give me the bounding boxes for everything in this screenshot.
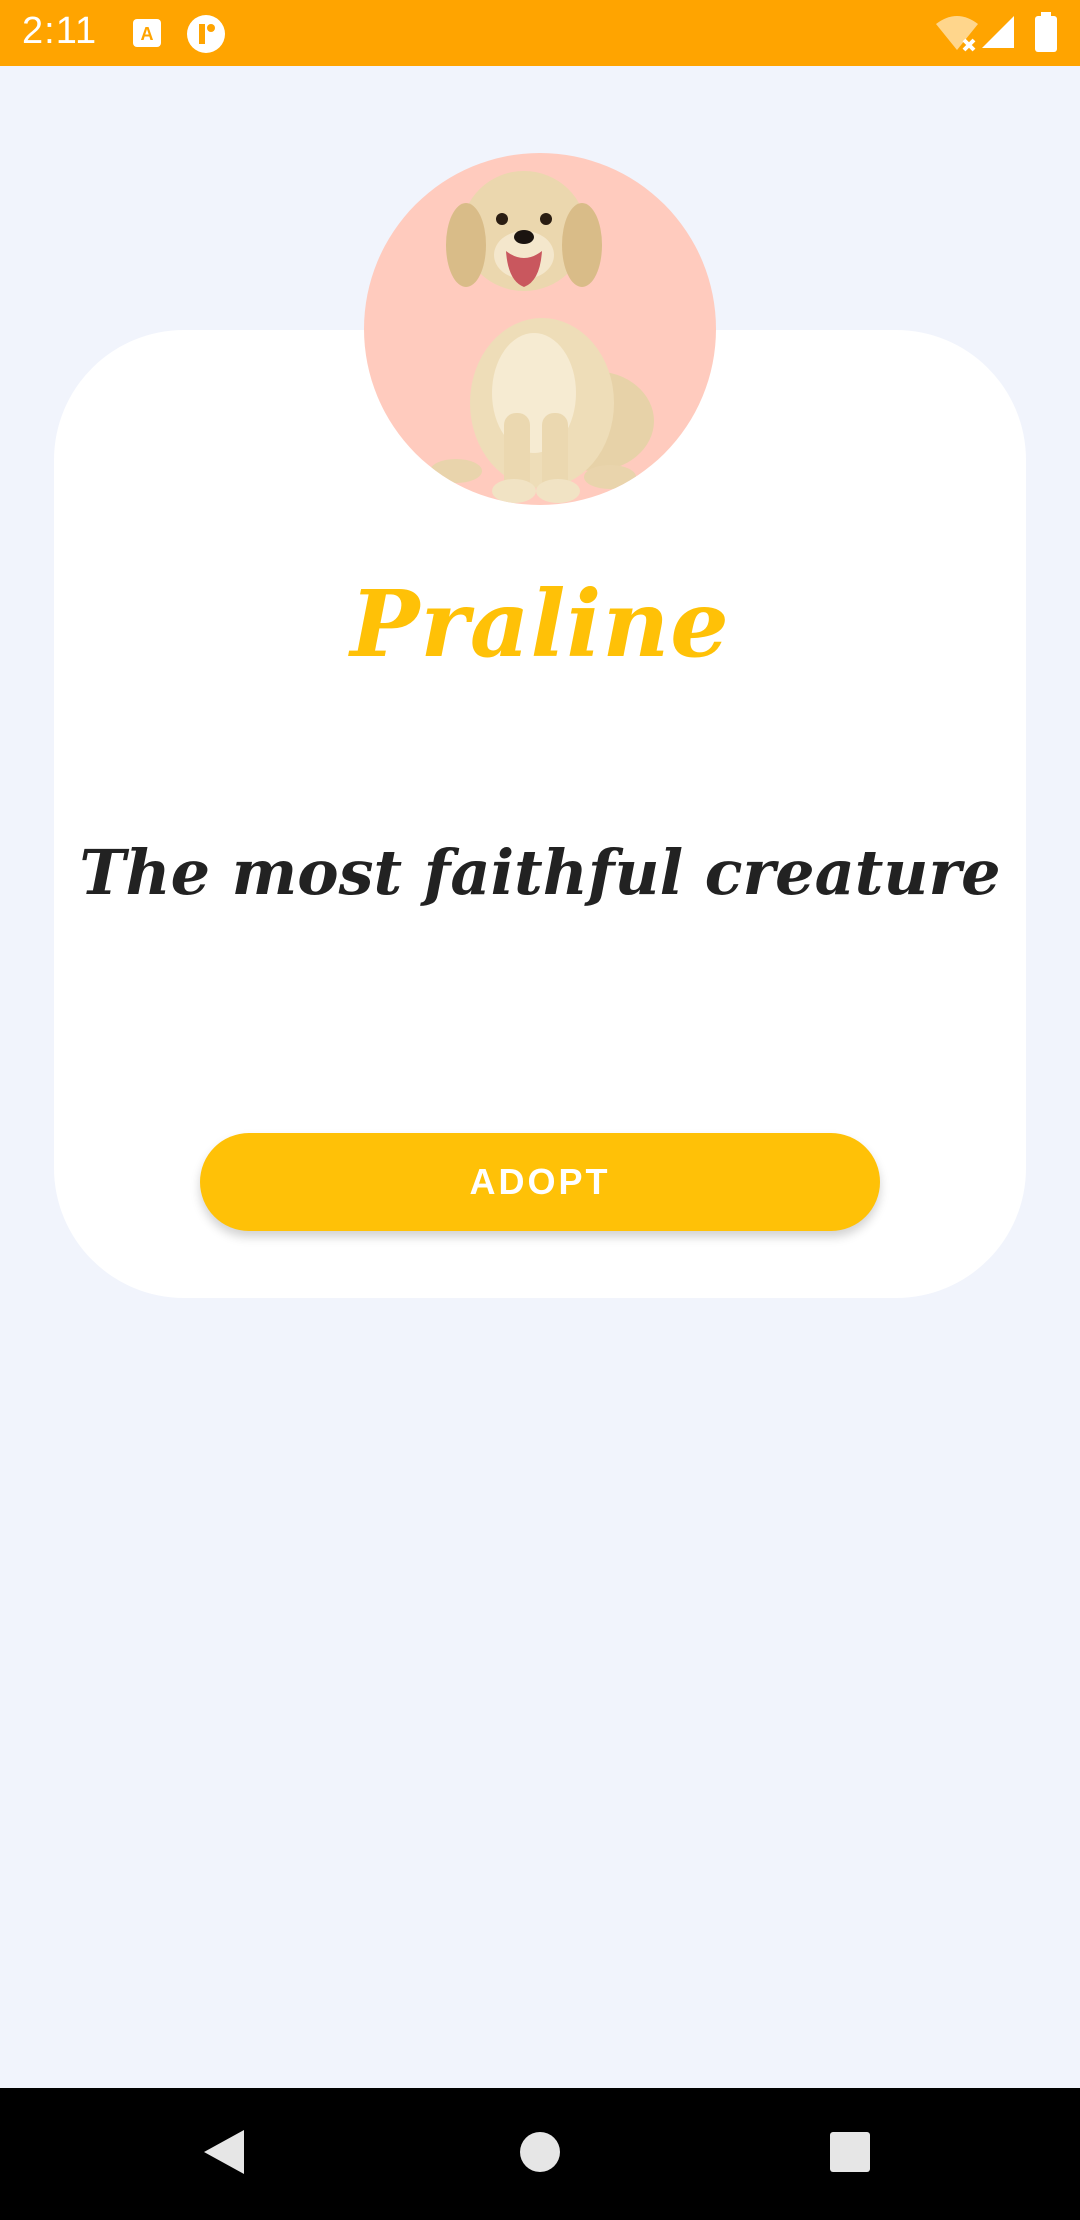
adopt-button[interactable]: ADOPT	[200, 1133, 880, 1231]
puppy-image	[430, 171, 654, 503]
svg-text:A: A	[141, 24, 154, 44]
home-icon[interactable]	[518, 2130, 562, 2178]
pet-avatar	[364, 153, 716, 505]
status-time: 2:11	[22, 10, 98, 52]
wifi-off-icon	[934, 14, 980, 56]
pet-tagline: The most faithful creature	[79, 836, 1001, 909]
navigation-bar	[0, 2088, 1080, 2220]
screen: 2:11 A Praline The most faithful creatur…	[0, 0, 1080, 2220]
status-bar: 2:11 A	[0, 0, 1080, 66]
recents-icon[interactable]	[828, 2130, 872, 2178]
app-notification-icon	[186, 14, 226, 58]
keyboard-a-icon: A	[132, 18, 162, 52]
signal-icon	[980, 14, 1016, 54]
pet-name: Praline	[350, 570, 730, 678]
battery-icon	[1034, 12, 1058, 56]
back-icon[interactable]	[200, 2126, 248, 2182]
